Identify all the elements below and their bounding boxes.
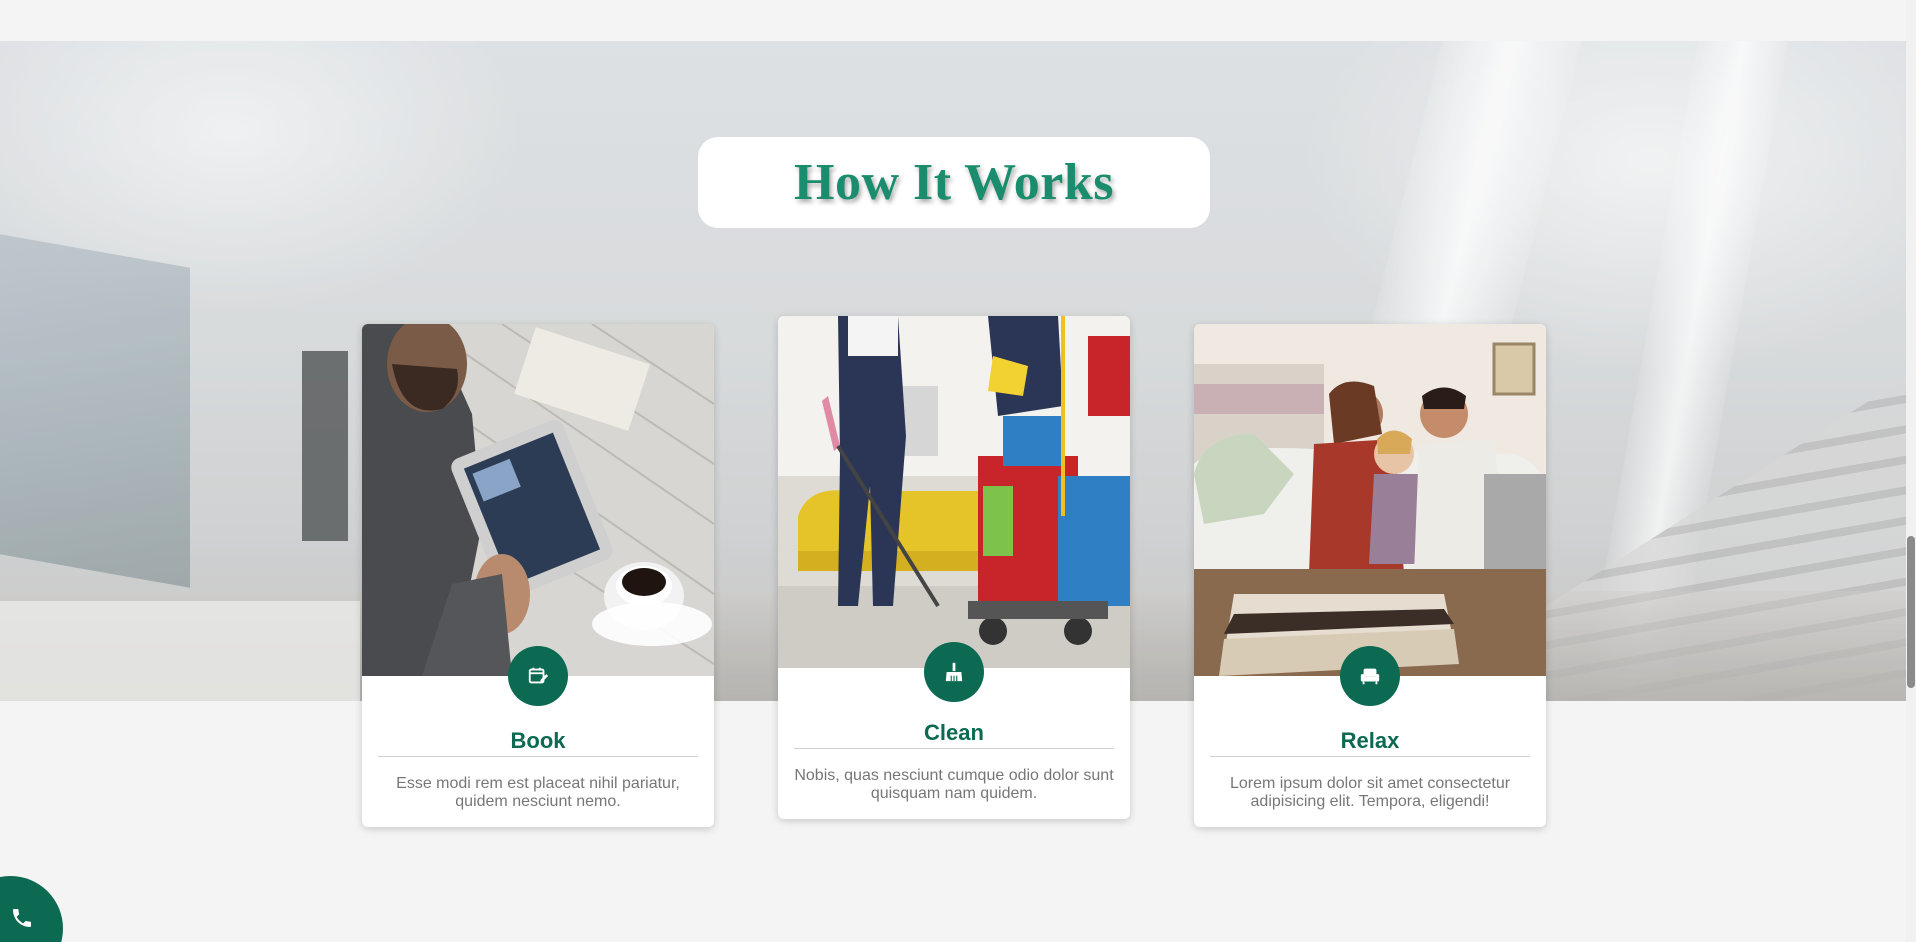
step-text-book: Esse modi rem est placeat nihil pariatur… <box>396 775 680 810</box>
scrollbar-thumb[interactable] <box>1907 536 1915 688</box>
call-button[interactable] <box>0 876 63 942</box>
page: How It Works Book Esse modi rem est plac… <box>0 0 1916 942</box>
step-title-relax: Relax <box>1340 728 1400 753</box>
step-image-book <box>362 324 714 676</box>
calendar-edit-icon <box>508 646 568 706</box>
step-image-clean <box>778 316 1130 668</box>
armchair-icon <box>1340 646 1400 706</box>
phone-icon <box>13 909 31 927</box>
step-text-clean: Nobis, quas nesciunt cumque odio dolor s… <box>794 767 1114 802</box>
step-text-relax: Lorem ipsum dolor sit amet consectetur a… <box>1229 775 1511 810</box>
broom-icon <box>924 642 984 702</box>
step-title-clean: Clean <box>924 720 984 745</box>
section-title-box: How It Works <box>698 137 1210 228</box>
step-image-relax <box>1194 324 1546 676</box>
step-card-clean: Clean Nobis, quas nesciunt cumque odio d… <box>778 316 1130 819</box>
page-scrollbar[interactable] <box>1906 0 1916 942</box>
step-card-book: Book Esse modi rem est placeat nihil par… <box>362 324 714 827</box>
step-title-book: Book <box>510 728 566 753</box>
step-card-relax: Relax Lorem ipsum dolor sit amet consect… <box>1194 324 1546 827</box>
section-title: How It Works <box>794 154 1114 211</box>
